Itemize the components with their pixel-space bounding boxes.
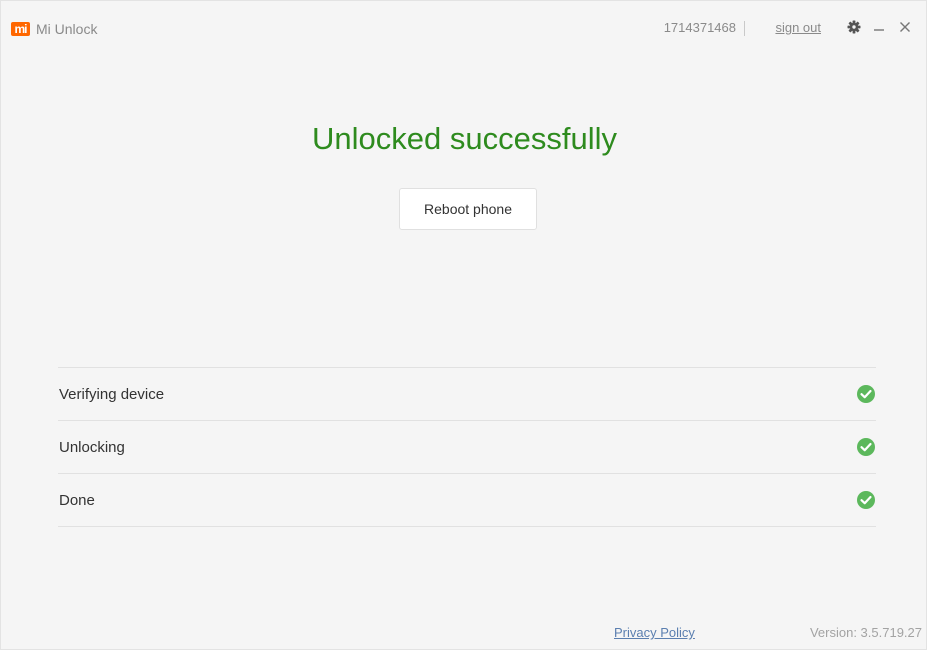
minimize-button[interactable] [870,17,888,37]
step-label: Verifying device [59,385,165,403]
step-unlocking: Unlocking [58,421,876,474]
check-circle-icon [857,385,875,403]
step-label: Unlocking [59,438,125,456]
privacy-policy-link[interactable]: Privacy Policy [614,625,695,640]
close-button[interactable] [896,17,914,37]
brand: mi Mi Unlock [11,19,97,39]
step-label: Done [59,491,95,509]
status-headline: Unlocked successfully [312,121,617,156]
reboot-phone-button[interactable]: Reboot phone [399,188,537,230]
mi-unlock-window: mi Mi Unlock 1714371468 sign out Unlocke… [0,0,927,650]
mi-logo: mi [11,22,30,36]
account-divider [744,21,745,36]
progress-steps: Verifying device Unlocking Done [58,367,876,527]
sign-out-link[interactable]: sign out [775,20,821,35]
settings-button[interactable] [845,17,863,37]
close-icon [900,22,910,32]
account-id: 1714371468 [663,20,736,35]
check-circle-icon [857,491,875,509]
step-verifying-device: Verifying device [58,368,876,421]
title-bar: mi Mi Unlock 1714371468 sign out [1,1,926,57]
app-title: Mi Unlock [36,21,98,37]
minimize-icon [874,29,884,31]
check-circle-icon [857,438,875,456]
version-label: Version: 3.5.719.27 [809,625,922,640]
step-done: Done [58,474,876,527]
gear-icon [847,20,861,34]
